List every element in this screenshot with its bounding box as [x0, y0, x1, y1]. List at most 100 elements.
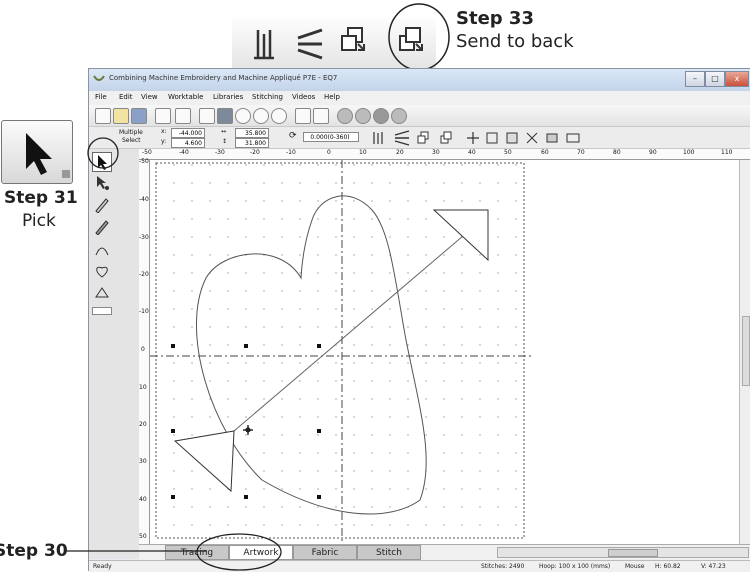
view-embroidery-icon[interactable] — [373, 108, 389, 124]
ruler-left-label: 20 — [139, 421, 147, 428]
print-icon[interactable] — [155, 108, 171, 124]
mouse-h: H: 60.82 — [655, 563, 681, 570]
pencil-tool-icon[interactable] — [94, 219, 110, 236]
step33-label: Step 33 — [456, 8, 534, 29]
menu-bar: File Edit View Worktable Libraries Stitc… — [89, 91, 750, 105]
horizontal-scrollbar[interactable] — [497, 547, 749, 558]
pick-arrow-icon — [26, 133, 70, 178]
ruler-left-label: 0 — [141, 346, 145, 353]
ruler-top-label: 20 — [396, 149, 404, 156]
zoom-in-icon[interactable] — [235, 108, 251, 124]
step33-circle — [388, 3, 450, 71]
mouse-label: Mouse — [625, 563, 645, 570]
ruler-top-label: 30 — [432, 149, 440, 156]
pick-tool-zoom — [1, 120, 73, 184]
menu-worktable[interactable]: Worktable — [168, 93, 203, 101]
ruler-top-label: -30 — [215, 149, 225, 156]
h-scroll-thumb[interactable] — [608, 549, 658, 557]
menu-file[interactable]: File — [95, 93, 107, 101]
x-label: x: — [161, 128, 167, 135]
tab-stitch[interactable]: Stitch — [357, 545, 421, 560]
ruler-top-label: -40 — [179, 149, 189, 156]
shape-tool-icon[interactable] — [94, 263, 110, 279]
step30-pointer — [64, 533, 282, 571]
step31-label: Step 31 — [4, 188, 78, 208]
polygon-tool-icon[interactable] — [94, 285, 110, 301]
height-input[interactable]: 31.800 — [235, 138, 269, 148]
tool-palette — [89, 149, 139, 559]
app-logo-icon — [93, 75, 105, 81]
mouse-v: V: 47.23 — [701, 563, 726, 570]
help-icon[interactable] — [313, 108, 329, 124]
new-icon[interactable] — [95, 108, 111, 124]
ruler-top-label: -20 — [250, 149, 260, 156]
worktable-icon[interactable] — [199, 108, 215, 124]
ruler-left-label: 40 — [139, 496, 147, 503]
undo-icon[interactable] — [175, 108, 191, 124]
image-icon[interactable] — [217, 108, 233, 124]
bring-to-front-icon — [341, 27, 365, 51]
width-icon: ↔ — [221, 128, 227, 135]
height-icon: ↕ — [222, 138, 228, 145]
menu-stitching[interactable]: Stitching — [252, 93, 283, 101]
artwork-drawing — [150, 160, 532, 544]
menu-edit[interactable]: Edit — [119, 93, 133, 101]
ruler-left-label: -30 — [139, 234, 149, 241]
palette-scroll[interactable] — [92, 307, 112, 315]
y-input[interactable]: 4.600 — [171, 138, 205, 148]
save-icon[interactable] — [131, 108, 147, 124]
ruler-left-label: -50 — [139, 158, 149, 165]
menu-videos[interactable]: Videos — [292, 93, 315, 101]
menu-help[interactable]: Help — [324, 93, 340, 101]
rotate-input[interactable]: 0.000(0-360) — [303, 132, 359, 142]
step30-label: Step 30 — [0, 541, 68, 561]
ruler-top-label: -50 — [142, 149, 152, 156]
view-layout-icon[interactable] — [391, 108, 407, 124]
close-icon[interactable]: x — [725, 71, 749, 87]
refresh-icon[interactable] — [295, 108, 311, 124]
app-window: Combining Machine Embroidery and Machine… — [88, 68, 750, 572]
bezier-tool-icon[interactable] — [94, 241, 110, 257]
maximize-icon[interactable]: □ — [705, 71, 725, 87]
ruler-top-label: 90 — [649, 149, 657, 156]
title-bar: Combining Machine Embroidery and Machine… — [89, 69, 750, 91]
stitch-count: Stitches: 2490 — [481, 563, 525, 570]
mode-label-2: Select — [122, 137, 141, 144]
zoom-fit-icon[interactable] — [271, 108, 287, 124]
hoop-size: Hoop: 100 x 100 (mms) — [539, 563, 611, 570]
view-quilt-icon[interactable] — [355, 108, 371, 124]
zoom-out-icon[interactable] — [253, 108, 269, 124]
tab-fabric[interactable]: Fabric — [293, 545, 357, 560]
menu-view[interactable]: View — [141, 93, 158, 101]
ruler-top-label: 40 — [468, 149, 476, 156]
step31-circle — [87, 137, 119, 169]
ruler-top-label: 60 — [541, 149, 549, 156]
ruler-top-label: 50 — [504, 149, 512, 156]
rotate-icon: ⟳ — [289, 131, 297, 141]
align-icon — [254, 30, 274, 60]
window-title: Combining Machine Embroidery and Machine… — [109, 74, 338, 82]
open-icon[interactable] — [113, 108, 129, 124]
edit-tool-icon[interactable] — [94, 175, 110, 191]
scroll-thumb[interactable] — [742, 316, 750, 386]
worktable-canvas[interactable] — [150, 160, 750, 544]
ruler-top-label: -10 — [286, 149, 296, 156]
width-input[interactable]: 35.800 — [235, 128, 269, 138]
y-label: y: — [161, 138, 167, 145]
step31-caption: Pick — [22, 211, 56, 231]
ruler-top-label: 80 — [613, 149, 621, 156]
vertical-scrollbar[interactable] — [739, 160, 750, 544]
x-input[interactable]: -44.000 — [171, 128, 205, 138]
freehand-tool-icon[interactable] — [94, 197, 110, 214]
properties-toolbar: Multiple Select x: -44.000 y: 4.600 ↔ 35… — [89, 127, 750, 149]
menu-libraries[interactable]: Libraries — [213, 93, 243, 101]
ruler-top-label: 0 — [327, 149, 331, 156]
ruler-left-label: 30 — [139, 458, 147, 465]
ruler-top-label: 110 — [721, 149, 733, 156]
view-sketchbook-icon[interactable] — [337, 108, 353, 124]
ruler-left-label: -20 — [139, 271, 149, 278]
minimize-icon[interactable]: – — [685, 71, 705, 87]
dropdown-icon[interactable] — [411, 108, 421, 124]
main-toolbar — [89, 105, 750, 127]
ruler-left-label: -10 — [139, 308, 149, 315]
